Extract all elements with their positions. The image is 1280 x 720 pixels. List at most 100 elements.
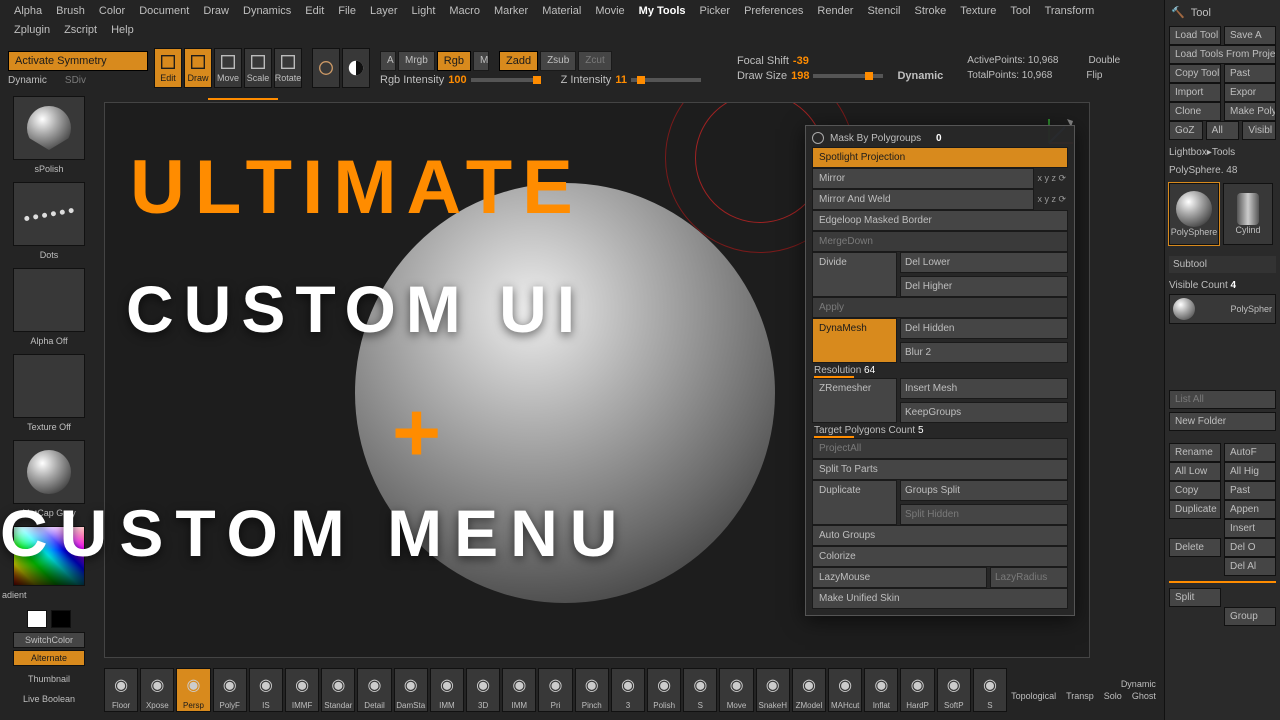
flip-button[interactable]: Flip	[1086, 70, 1102, 81]
shelf-pinch[interactable]: ◉Pinch	[575, 668, 609, 712]
menu-tool[interactable]: Tool	[1004, 3, 1036, 19]
menu-color[interactable]: Color	[93, 3, 131, 19]
popup-dynamesh[interactable]: DynaMesh	[812, 318, 897, 363]
popup-mirror-and-weld[interactable]: Mirror And Weld	[812, 189, 1034, 210]
popup-apply[interactable]: Apply	[812, 297, 1068, 318]
popup-side[interactable]: KeepGroups	[900, 402, 1068, 423]
bg-swatch[interactable]	[51, 610, 71, 628]
popup-divide[interactable]: Divide	[812, 252, 897, 297]
edit-toggle[interactable]: Edit	[154, 48, 182, 88]
op-copy[interactable]: Copy	[1169, 481, 1221, 500]
menu-draw[interactable]: Draw	[197, 3, 235, 19]
menu-brush[interactable]: Brush	[50, 3, 91, 19]
tool-save-a[interactable]: Save A	[1224, 26, 1276, 45]
menu-material[interactable]: Material	[536, 3, 587, 19]
shelf-polish[interactable]: ◉Polish	[647, 668, 681, 712]
popup-spotlight-projection[interactable]: Spotlight Projection	[812, 147, 1068, 168]
op-insert[interactable]: Insert	[1224, 519, 1276, 538]
tool-clone[interactable]: Clone	[1169, 102, 1221, 121]
tool-all[interactable]: All	[1206, 121, 1240, 140]
shelf-pri[interactable]: ◉Pri	[538, 668, 572, 712]
menu-transform[interactable]: Transform	[1039, 3, 1101, 19]
shelf-mahcut[interactable]: ◉MAHcut	[828, 668, 862, 712]
alternate-button[interactable]: Alternate	[13, 650, 85, 666]
material-tile[interactable]	[13, 440, 85, 504]
tool-copy-tool[interactable]: Copy Tool	[1169, 64, 1221, 83]
popup-slider-resolution[interactable]: Resolution 64	[812, 363, 1068, 378]
a-button[interactable]: A	[380, 51, 396, 71]
menu-marker[interactable]: Marker	[488, 3, 534, 19]
menu-stencil[interactable]: Stencil	[861, 3, 906, 19]
shelf-persp[interactable]: ◉Persp	[176, 668, 210, 712]
zsub-button[interactable]: Zsub	[540, 51, 576, 71]
gizmo-icon[interactable]	[312, 48, 340, 88]
zcut-button[interactable]: Zcut	[578, 51, 611, 71]
m-button[interactable]: M	[473, 51, 489, 71]
popup-side[interactable]: LazyRadius	[990, 567, 1068, 588]
activate-symmetry-button[interactable]: Activate Symmetry	[8, 51, 148, 71]
op-all-low[interactable]: All Low	[1169, 462, 1221, 481]
popup-auto-groups[interactable]: Auto Groups	[812, 525, 1068, 546]
menu-render[interactable]: Render	[811, 3, 859, 19]
axis-icons[interactable]: x y z ⟳	[1037, 173, 1068, 184]
menu-document[interactable]: Document	[133, 3, 195, 19]
shelf-dynamic[interactable]: Dynamic	[1121, 679, 1156, 689]
subtool-item[interactable]: PolySpher	[1169, 294, 1276, 324]
popup-edgeloop-masked-border[interactable]: Edgeloop Masked Border	[812, 210, 1068, 231]
shelf-zmodel[interactable]: ◉ZModel	[792, 668, 826, 712]
popup-side[interactable]: Blur 2	[900, 342, 1068, 363]
menu-help[interactable]: Help	[105, 22, 140, 38]
popup-mergedown[interactable]: MergeDown	[812, 231, 1068, 252]
mrgb-button[interactable]: Mrgb	[398, 51, 435, 71]
foot-group[interactable]: Group	[1224, 607, 1276, 626]
tool-import[interactable]: Import	[1169, 83, 1221, 102]
lightbox-link[interactable]: Lightbox▸Tools	[1169, 147, 1276, 158]
tool-make-polymes[interactable]: Make PolyMes	[1224, 102, 1276, 121]
shelf-polyf[interactable]: ◉PolyF	[213, 668, 247, 712]
fg-swatch[interactable]	[27, 610, 47, 628]
popup-side[interactable]: Del Higher	[900, 276, 1068, 297]
stroke-tile[interactable]	[13, 182, 85, 246]
draw-size-slider[interactable]: Draw Size 198 Dynamic	[737, 70, 943, 82]
popup-slider-target-polygons-count[interactable]: Target Polygons Count 5	[812, 423, 1068, 438]
menu-picker[interactable]: Picker	[694, 3, 737, 19]
op-del-al[interactable]: Del Al	[1224, 557, 1276, 576]
move-toggle[interactable]: Move	[214, 48, 242, 88]
shelf-is[interactable]: ◉IS	[249, 668, 283, 712]
op-past[interactable]: Past	[1224, 481, 1276, 500]
tool-visibl[interactable]: Visibl	[1242, 121, 1276, 140]
popup-side[interactable]: Split Hidden	[900, 504, 1068, 525]
menu-preferences[interactable]: Preferences	[738, 3, 809, 19]
menu-file[interactable]: File	[332, 3, 362, 19]
shelf-xpose[interactable]: ◉Xpose	[140, 668, 174, 712]
op-autof[interactable]: AutoF	[1224, 443, 1276, 462]
shelf-imm[interactable]: ◉IMM	[430, 668, 464, 712]
contrast-icon[interactable]	[342, 48, 370, 88]
double-button[interactable]: Double	[1088, 55, 1120, 66]
shelf-hardp[interactable]: ◉HardP	[900, 668, 934, 712]
shelf-solo[interactable]: Solo	[1104, 691, 1122, 701]
popup-side[interactable]: Del Hidden	[900, 318, 1068, 339]
z-intensity-slider[interactable]: Z Intensity 11	[561, 74, 701, 86]
popup-duplicate[interactable]: Duplicate	[812, 480, 897, 525]
brush-tile[interactable]	[13, 96, 85, 160]
popup-split-to-parts[interactable]: Split To Parts	[812, 459, 1068, 480]
menu-texture[interactable]: Texture	[954, 3, 1002, 19]
tool-goz[interactable]: GoZ	[1169, 121, 1203, 140]
shelf-move[interactable]: ◉Move	[719, 668, 753, 712]
axis-icons[interactable]: x y z ⟳	[1037, 194, 1068, 205]
list-all-button[interactable]: List All	[1169, 390, 1276, 409]
shelf-topological[interactable]: Topological	[1011, 691, 1056, 701]
menu-edit[interactable]: Edit	[299, 3, 330, 19]
tool-past[interactable]: Past	[1224, 64, 1276, 83]
shelf-imm[interactable]: ◉IMM	[502, 668, 536, 712]
op-duplicate[interactable]: Duplicate	[1169, 500, 1221, 519]
popup-side[interactable]: Del Lower	[900, 252, 1068, 273]
switch-color-button[interactable]: SwitchColor	[13, 632, 85, 648]
shelf-transp[interactable]: Transp	[1066, 691, 1094, 701]
menu-my-tools[interactable]: My Tools	[633, 3, 692, 19]
shelf-standar[interactable]: ◉Standar	[321, 668, 355, 712]
popup-side[interactable]: Groups Split	[900, 480, 1068, 501]
popup-colorize[interactable]: Colorize	[812, 546, 1068, 567]
tool-thumb-cylinder[interactable]: Cylind	[1223, 183, 1273, 245]
